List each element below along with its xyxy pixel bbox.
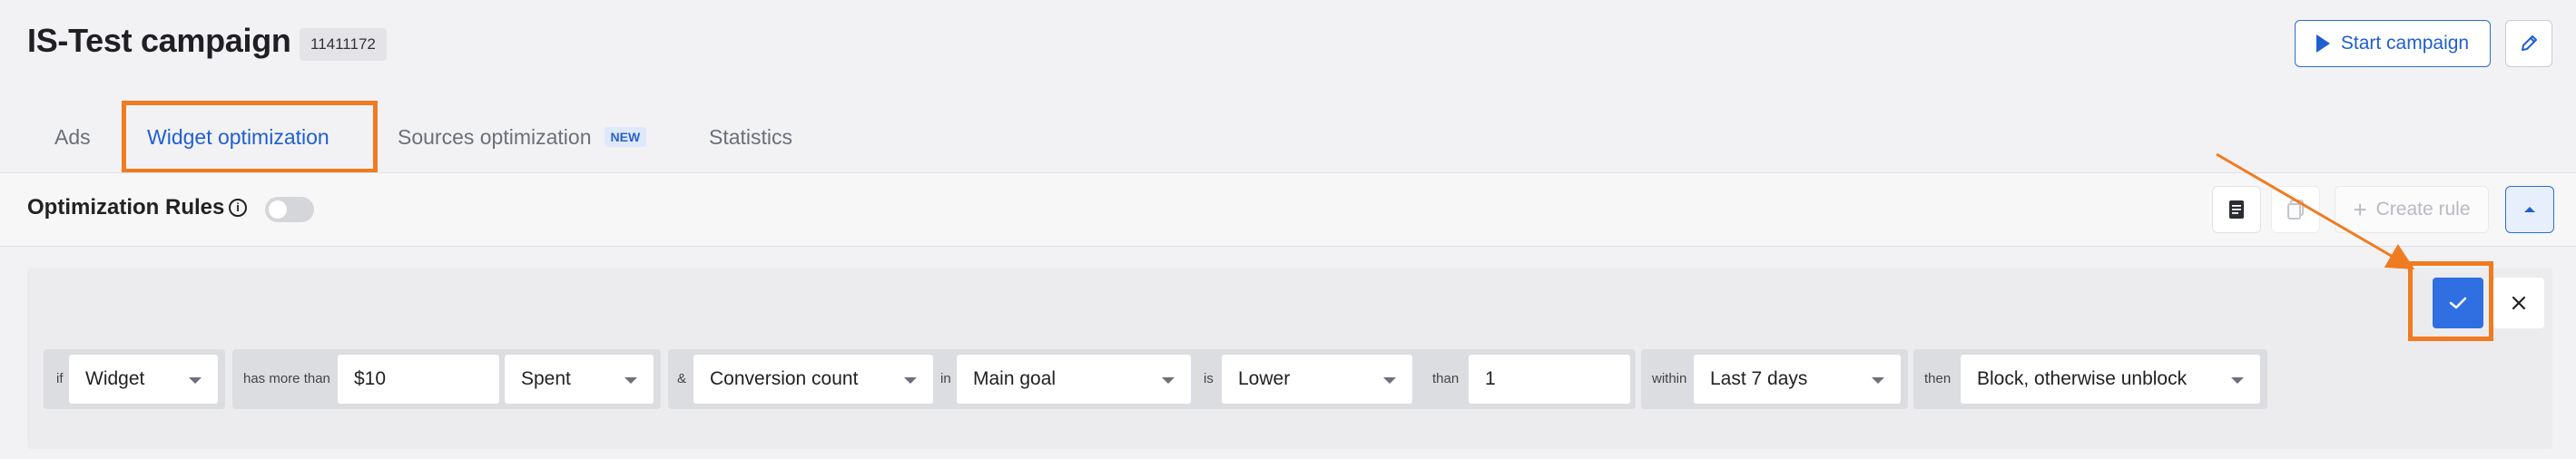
if-label: if (56, 371, 64, 386)
chevron-down-icon (1872, 377, 1884, 384)
collapse-button[interactable] (2505, 186, 2554, 233)
pencil-icon (2522, 35, 2537, 51)
start-campaign-label: Start campaign (2340, 33, 2470, 54)
campaign-id-badge: 11411172 (300, 28, 387, 61)
play-icon (2315, 34, 2330, 53)
page-title: IS-Test campaign (27, 22, 291, 59)
plus-icon: + (2353, 196, 2367, 223)
chevron-down-icon (2231, 377, 2244, 384)
and-label: & (677, 371, 687, 386)
within-label: within (1652, 371, 1687, 386)
action-select[interactable]: Block, otherwise unblock (1961, 355, 2260, 404)
cancel-rule-button[interactable] (2493, 278, 2544, 328)
comparison-value: Lower (1238, 368, 1291, 389)
optimization-rules-bar: Optimization Rules i + Create rule (0, 172, 2576, 247)
has-more-than-label: has more than (243, 371, 330, 386)
chevron-down-icon (189, 377, 202, 384)
metric-value: Spent (521, 368, 571, 389)
subject-select[interactable]: Widget (69, 355, 218, 404)
tab-sources-optimization[interactable]: Sources optimization NEW (398, 125, 647, 150)
create-rule-label: Create rule (2375, 199, 2471, 220)
metric-select[interactable]: Spent (505, 355, 654, 404)
document-icon (2229, 200, 2244, 219)
rules-title: Optimization Rules (27, 195, 225, 220)
action-value: Block, otherwise unblock (1977, 368, 2188, 389)
create-rule-button[interactable]: + Create rule (2335, 186, 2489, 233)
info-icon[interactable]: i (229, 199, 247, 217)
period-value: Last 7 days (1710, 368, 1808, 389)
chevron-down-icon (1162, 377, 1175, 384)
threshold-input[interactable]: 1 (1469, 355, 1630, 404)
threshold-value: 1 (1485, 368, 1496, 389)
chevron-down-icon (904, 377, 917, 384)
subject-value: Widget (85, 368, 145, 389)
amount-value: $10 (354, 368, 387, 389)
notes-button[interactable] (2212, 186, 2261, 233)
goal-value: Main goal (973, 368, 1057, 389)
spend-group: has more than $10 Spent (232, 349, 661, 409)
new-badge: NEW (604, 127, 647, 147)
tab-highlight-box (122, 101, 378, 173)
condition-metric-select[interactable]: Conversion count (693, 355, 933, 404)
copy-button[interactable] (2271, 186, 2320, 233)
confirm-highlight-box (2408, 261, 2493, 341)
chevron-down-icon (624, 377, 637, 384)
start-campaign-button[interactable]: Start campaign (2295, 20, 2491, 67)
tab-sources-label: Sources optimization (398, 125, 592, 149)
copy-icon (2287, 200, 2304, 220)
period-select[interactable]: Last 7 days (1694, 355, 1901, 404)
then-label: then (1924, 371, 1952, 386)
rules-toggle[interactable] (265, 197, 314, 222)
than-label: than (1432, 371, 1460, 386)
comparison-select[interactable]: Lower (1222, 355, 1412, 404)
page-header: IS-Test campaign 11411172 Start campaign… (0, 0, 2576, 173)
condition-metric-value: Conversion count (710, 368, 859, 389)
chevron-up-icon (2524, 207, 2535, 212)
action-group: then Block, otherwise unblock (1913, 349, 2267, 409)
if-group: if Widget (44, 349, 225, 409)
condition-group: & Conversion count in Main goal is Lower… (668, 349, 1636, 409)
in-label: in (940, 371, 951, 386)
tab-ads[interactable]: Ads (54, 125, 91, 150)
period-group: within Last 7 days (1641, 349, 1908, 409)
is-label: is (1204, 371, 1214, 386)
goal-select[interactable]: Main goal (957, 355, 1191, 404)
chevron-down-icon (1383, 377, 1396, 384)
amount-input[interactable]: $10 (338, 355, 499, 404)
close-icon (2512, 296, 2526, 310)
edit-button[interactable] (2505, 20, 2552, 67)
tab-statistics[interactable]: Statistics (709, 125, 792, 150)
